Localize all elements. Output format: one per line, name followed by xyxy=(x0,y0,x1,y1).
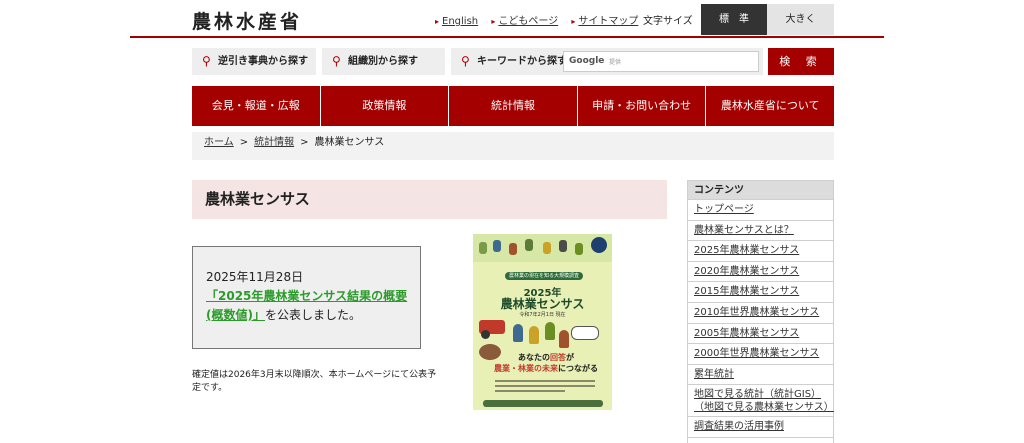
nav-item-statistics[interactable]: 統計情報 xyxy=(449,86,578,126)
english-link[interactable]: English xyxy=(435,16,478,27)
poster-date: 令和7年2月1日 現在 xyxy=(519,312,566,318)
search-row: ⚲ 逆引き事典から探す ⚲ 組織別から探す ⚲ キーワードから探す Google… xyxy=(192,48,834,75)
poster-message-part: につながる xyxy=(558,364,598,373)
search-icon: ⚲ xyxy=(461,54,470,68)
breadcrumb-home[interactable]: ホーム xyxy=(204,137,234,148)
news-date: 2025年11月28日 xyxy=(206,270,304,284)
search-by-organization-label: 組織別から探す xyxy=(348,56,418,67)
sidebar-link[interactable]: 2010年世界農林業センサス xyxy=(694,307,819,318)
farmer-illustration xyxy=(559,330,569,348)
font-size-large-button[interactable]: 大きく xyxy=(767,4,834,35)
sidebar-item-2005: 2005年農林業センサス xyxy=(688,324,833,345)
breadcrumb-separator: > xyxy=(300,137,309,148)
news-text: 「2025年農林業センサス結果の概要(概数値)」を公表しました。 xyxy=(206,287,420,325)
page-title: 農林業センサス xyxy=(205,190,310,208)
sidebar-item-2015: 2015年農林業センサス xyxy=(688,282,833,303)
sidebar-item-2010: 2010年世界農林業センサス xyxy=(688,303,833,324)
census-poster[interactable]: 農林業の現在を知る大規模調査 2025年 農林業センサス 令和7年2月1日 現在… xyxy=(473,234,612,427)
global-nav: 会見・報道・広報 政策情報 統計情報 申請・お問い合わせ 農林水産省について xyxy=(192,86,834,126)
sidebar-link[interactable]: 2005年農林業センサス xyxy=(694,328,799,339)
poster-title: 農林業センサス xyxy=(500,297,585,311)
poster-bottom-bar xyxy=(483,400,603,407)
sidebar-item-2025: 2025年農林業センサス xyxy=(688,241,833,262)
cow-illustration xyxy=(571,326,599,340)
farmer-illustration xyxy=(513,324,523,342)
breadcrumb-separator: > xyxy=(239,137,249,148)
sidebar-contents: コンテンツ トップページ 農林業センサスとは？ 2025年農林業センサス 202… xyxy=(687,180,834,443)
nav-item-policy[interactable]: 政策情報 xyxy=(320,86,450,126)
breadcrumb: ホーム > 統計情報 > 農林業センサス xyxy=(192,132,834,160)
poster-footer xyxy=(473,410,612,427)
sidebar-link[interactable]: 地図で見る統計（統計GIS） xyxy=(694,388,833,401)
search-by-organization-button[interactable]: ⚲ 組織別から探す xyxy=(322,48,445,75)
sidebar-item-top: トップページ xyxy=(688,200,833,221)
sidebar-item-about-census: 農林業センサスとは？ xyxy=(688,221,833,242)
poster-message-part: あなたの xyxy=(518,353,550,362)
nav-item-application[interactable]: 申請・お問い合わせ xyxy=(577,86,707,126)
final-values-note: 確定値は2026年3月末以降順次、本ホームページにて公表予定です。 xyxy=(192,370,437,393)
sidebar-link[interactable]: 2020年農林業センサス xyxy=(694,266,799,277)
kids-page-link[interactable]: こどもページ xyxy=(491,16,558,27)
poster-badge-icon xyxy=(591,237,607,253)
nav-item-press[interactable]: 会見・報道・広報 xyxy=(192,86,321,126)
tractor-illustration xyxy=(479,320,505,339)
search-icon: ⚲ xyxy=(332,54,341,68)
reverse-lookup-label: 逆引き事典から探す xyxy=(218,56,308,67)
sidebar-item-usage: 調査結果の活用事例 xyxy=(688,417,833,438)
sidebar-item-2020: 2020年農林業センサス xyxy=(688,262,833,283)
sidebar-item-2000: 2000年世界農林業センサス xyxy=(688,344,833,365)
poster-subtitle-ribbon: 農林業の現在を知る大規模調査 xyxy=(505,272,583,280)
sidebar-item-historical: 累年統計 xyxy=(688,365,833,386)
poster-subtitle: 農林業の現在を知る大規模調査 xyxy=(508,273,579,279)
font-size-label: 文字サイズ xyxy=(643,16,693,27)
sidebar-link[interactable]: 農林業センサスとは？ xyxy=(694,225,794,236)
nav-item-about[interactable]: 農林水産省について xyxy=(706,86,834,126)
sidebar-link[interactable]: 累年統計 xyxy=(694,369,734,380)
search-icon: ⚲ xyxy=(202,54,211,68)
sidebar-item-gis: 地図で見る統計（統計GIS） （地図で見る農林業センサス） xyxy=(688,385,834,418)
poster-message-highlight: 農業・林業の未来 xyxy=(494,364,558,373)
poster-message-highlight: 回答 xyxy=(550,353,566,362)
keyword-search: ⚲ キーワードから探す Google 提供 xyxy=(451,48,763,75)
sidebar-link[interactable]: 2025年農林業センサス xyxy=(694,245,799,256)
sitemap-link[interactable]: サイトマップ xyxy=(571,16,638,27)
farmer-illustration xyxy=(545,322,555,340)
news-suffix: を公表しました。 xyxy=(264,308,361,322)
poster-fine-print xyxy=(495,380,595,398)
poster-message: あなたの回答が 農業・林業の未来につながる xyxy=(487,352,605,374)
reverse-lookup-button[interactable]: ⚲ 逆引き事典から探す xyxy=(192,48,316,75)
breadcrumb-current: 農林業センサス xyxy=(314,137,385,148)
utility-links: English こどもページ サイトマップ xyxy=(435,12,648,27)
site-logo[interactable]: 農林水産省 xyxy=(192,7,302,34)
search-button[interactable]: 検 索 xyxy=(768,48,834,75)
font-size-standard-button[interactable]: 標 準 xyxy=(701,4,767,35)
keyword-search-input[interactable] xyxy=(563,51,759,72)
sidebar-link[interactable]: （地図で見る農林業センサス） xyxy=(694,401,834,414)
sidebar-heading: コンテンツ xyxy=(688,181,833,200)
site-header: 農林水産省 English こどもページ サイトマップ 文字サイズ 標 準 大き… xyxy=(130,0,884,38)
sidebar-link[interactable]: トップページ xyxy=(694,204,754,215)
page-title-band: 農林業センサス xyxy=(192,180,667,219)
keyword-search-label: キーワードから探す xyxy=(477,56,567,67)
news-box: 2025年11月28日 「2025年農林業センサス結果の概要(概数値)」を公表し… xyxy=(192,246,421,349)
sidebar-link[interactable]: 2000年世界農林業センサス xyxy=(694,348,819,359)
farmer-illustration xyxy=(529,326,539,344)
poster-message-part: が xyxy=(566,353,574,362)
sidebar-link[interactable]: 調査結果の活用事例 xyxy=(694,421,784,432)
sidebar-link[interactable]: 2015年農林業センサス xyxy=(694,286,799,297)
breadcrumb-statistics[interactable]: 統計情報 xyxy=(254,137,294,148)
